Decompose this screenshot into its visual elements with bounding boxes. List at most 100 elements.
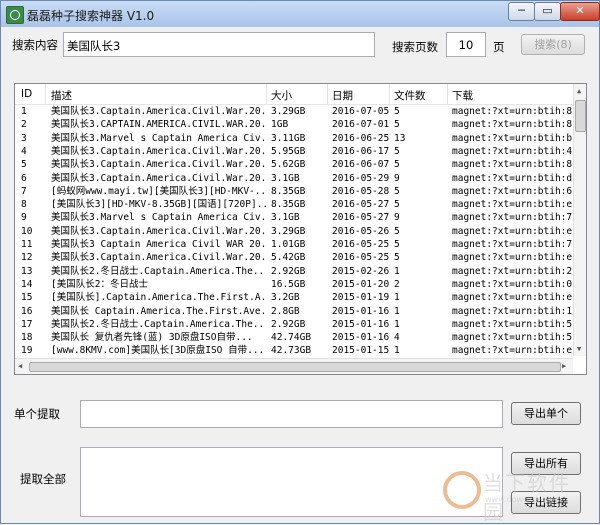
export-single-button[interactable]: 导出单个 bbox=[511, 402, 581, 425]
table-cell: 5 bbox=[394, 159, 400, 171]
single-label: 单个提取 bbox=[14, 407, 60, 421]
table-cell: 1 bbox=[394, 345, 400, 357]
table-cell: 5 bbox=[394, 145, 400, 157]
table-cell: 2016-05-29 bbox=[332, 172, 390, 184]
grid-header: ID 描述 大小 日期 文件数 下载 bbox=[15, 84, 575, 105]
app-icon bbox=[6, 6, 24, 24]
table-row[interactable]: 16 美国队长 Captain.America.The.First.Ave... 2… bbox=[15, 305, 575, 318]
col-desc-header[interactable]: 描述 bbox=[51, 88, 72, 103]
table-cell: 2016-07-01 bbox=[332, 119, 390, 131]
table-cell: 17 bbox=[21, 318, 33, 330]
table-cell: 42.73GB bbox=[271, 345, 312, 357]
table-row[interactable]: 6 美国队长3.Captain.America.Civil.War.20... 3.… bbox=[15, 172, 575, 185]
scroll-down-icon[interactable]: ▼ bbox=[577, 345, 581, 353]
table-row[interactable]: 12 美国队长3.Captain.America.Civil.War.20... 5… bbox=[15, 251, 575, 264]
table-row[interactable]: 7 [蚂蚁网www.mayi.tw][美国队长3][HD-MKV-... 8.35G… bbox=[15, 185, 575, 198]
table-row[interactable]: 4 美国队长3.Captain.America.Civil.War.20... 5.… bbox=[15, 145, 575, 158]
single-field[interactable] bbox=[80, 400, 503, 428]
table-cell: 3.2GB bbox=[271, 292, 300, 304]
scroll-left-icon[interactable]: ◀ bbox=[18, 362, 22, 370]
table-cell: magnet:?xt=urn:btih:eb... bbox=[452, 345, 572, 357]
table-row[interactable]: 17 美国队长2.冬日战士.Captain.America.The... 2.92G… bbox=[15, 318, 575, 331]
minimize-button[interactable]: ─ bbox=[508, 2, 535, 21]
search-button[interactable]: 搜索(8) bbox=[521, 34, 585, 55]
table-cell: 5 bbox=[394, 199, 400, 211]
table-row[interactable]: 5 美国队长3.Captain.America.Civil.War.20... 5.… bbox=[15, 158, 575, 171]
table-row[interactable]: 18 美国队长 复仇者先锋(蓝) 3D原盘ISO自带... 42.74GB 2015-… bbox=[15, 331, 575, 344]
table-cell: magnet:?xt=urn:btih:75... bbox=[452, 239, 572, 250]
scroll-up-icon[interactable]: ▲ bbox=[577, 87, 581, 95]
table-cell: 10 bbox=[21, 225, 33, 237]
all-label: 提取全部 bbox=[20, 472, 66, 486]
table-cell: magnet:?xt=urn:btih:61... bbox=[452, 185, 572, 197]
col-files-header[interactable]: 文件数 bbox=[394, 88, 426, 103]
table-cell: 6 bbox=[21, 172, 27, 184]
table-cell: 5.42GB bbox=[271, 252, 306, 264]
table-row[interactable]: 19 [www.8KMV.com]美国队长[3D原盘ISO 自带... 42.73G… bbox=[15, 344, 575, 357]
table-row[interactable]: 15 [美国队长].Captain.America.The.First.A... 3… bbox=[15, 291, 575, 304]
table-cell: 5 bbox=[394, 106, 400, 117]
table-cell: [www.8KMV.com]美国队长[3D原盘ISO 自带... bbox=[51, 345, 265, 357]
close-button[interactable]: ✕ bbox=[560, 2, 600, 21]
horizontal-scroll-thumb[interactable] bbox=[29, 362, 561, 372]
table-cell: 3 bbox=[21, 132, 27, 144]
table-cell: 美国队长3.Marvel s Captain America Civ... bbox=[51, 212, 266, 224]
vertical-scroll-thumb[interactable] bbox=[575, 100, 586, 132]
results-grid: ID 描述 大小 日期 文件数 下载 1 美国队长3.Captain.Americ… bbox=[14, 83, 587, 375]
scroll-right-icon[interactable]: ▶ bbox=[562, 362, 566, 370]
table-cell: 12 bbox=[21, 252, 33, 264]
table-cell: 1 bbox=[394, 292, 400, 304]
table-cell: 美国队长3.Marvel s Captain America Civ... bbox=[51, 132, 266, 144]
table-cell: 13 bbox=[21, 265, 33, 277]
table-cell: 3.1GB bbox=[271, 212, 300, 224]
table-cell: magnet:?xt=urn:btih:e7... bbox=[452, 252, 572, 264]
table-row[interactable]: 14 [美国队长2：冬日战士 16.5GB 2015-01-20 2 magnet:?xt… bbox=[15, 278, 575, 291]
table-cell: 美国队长 复仇者先锋(蓝) 3D原盘ISO自带... bbox=[51, 332, 253, 344]
table-cell: magnet:?xt=urn:btih:00... bbox=[452, 278, 572, 290]
table-cell: 5 bbox=[394, 225, 400, 237]
table-cell: 2015-01-20 bbox=[332, 278, 390, 290]
table-cell: 15 bbox=[21, 292, 33, 304]
pages-label: 搜索页数 bbox=[392, 40, 438, 54]
table-cell: 2016-05-25 bbox=[332, 252, 390, 264]
table-cell: 42.74GB bbox=[271, 332, 312, 344]
vertical-scrollbar[interactable]: ▲ ▼ bbox=[573, 84, 586, 356]
search-input[interactable]: 美国队长3 bbox=[63, 32, 375, 57]
all-field[interactable] bbox=[80, 447, 503, 517]
col-date-header[interactable]: 日期 bbox=[332, 88, 353, 103]
table-row[interactable]: 8 [美国队长3][HD-MKV-8.35GB][国语][720P]... 8.35… bbox=[15, 198, 575, 211]
table-cell: 2015-01-19 bbox=[332, 292, 390, 304]
table-row[interactable]: 2 美国队长3.CAPTAIN.AMERICA.CIVIL.WAR.20... 1G… bbox=[15, 118, 575, 131]
table-row[interactable]: 10 美国队长3.Captain.America.Civil.War.20... 3… bbox=[15, 225, 575, 238]
col-id-header[interactable]: ID bbox=[21, 88, 32, 100]
table-cell: 2016-05-27 bbox=[332, 212, 390, 224]
table-cell: 1 bbox=[394, 305, 400, 317]
maximize-button[interactable]: ▭ bbox=[534, 2, 561, 21]
table-cell: 4 bbox=[21, 145, 27, 157]
table-cell: magnet:?xt=urn:btih:5a... bbox=[452, 332, 572, 344]
table-cell: [蚂蚁网www.mayi.tw][美国队长3][HD-MKV-... bbox=[51, 185, 266, 197]
table-cell: 美国队长3.Captain.America.Civil.War.20... bbox=[51, 225, 266, 237]
horizontal-scrollbar[interactable]: ◀ ▶ bbox=[15, 358, 573, 374]
table-row[interactable]: 9 美国队长3.Marvel s Captain America Civ... 3.… bbox=[15, 211, 575, 224]
table-row[interactable]: 11 美国队长3 Captain America Civil WAR 20... 1… bbox=[15, 238, 575, 251]
table-cell: 8.35GB bbox=[271, 185, 306, 197]
col-size-header[interactable]: 大小 bbox=[271, 88, 292, 103]
table-cell: 2 bbox=[394, 278, 400, 290]
table-cell: 2016-06-17 bbox=[332, 145, 390, 157]
table-cell: magnet:?xt=urn:btih:8c... bbox=[452, 159, 572, 171]
table-row[interactable]: 3 美国队长3.Marvel s Captain America Civ... 3.… bbox=[15, 132, 575, 145]
col-download-header[interactable]: 下载 bbox=[452, 88, 473, 103]
pages-input[interactable]: 10 bbox=[446, 32, 486, 57]
table-cell: 1GB bbox=[271, 119, 289, 131]
table-row[interactable]: 1 美国队长3.Captain.America.Civil.War.20... 3.… bbox=[15, 105, 575, 118]
table-cell: 5 bbox=[21, 159, 27, 171]
table-cell: 2015-01-16 bbox=[332, 305, 390, 317]
table-row[interactable]: 13 美国队长2.冬日战士.Captain.America.The... 2.92G… bbox=[15, 265, 575, 278]
table-cell: 2016-06-07 bbox=[332, 159, 390, 171]
table-cell: 5 bbox=[394, 119, 400, 131]
table-cell: magnet:?xt=urn:btih:ea... bbox=[452, 225, 572, 237]
table-cell: [美国队长].Captain.America.The.First.A... bbox=[51, 292, 266, 304]
table-cell: 2016-05-26 bbox=[332, 225, 390, 237]
table-cell: 2016-07-05 bbox=[332, 106, 390, 117]
